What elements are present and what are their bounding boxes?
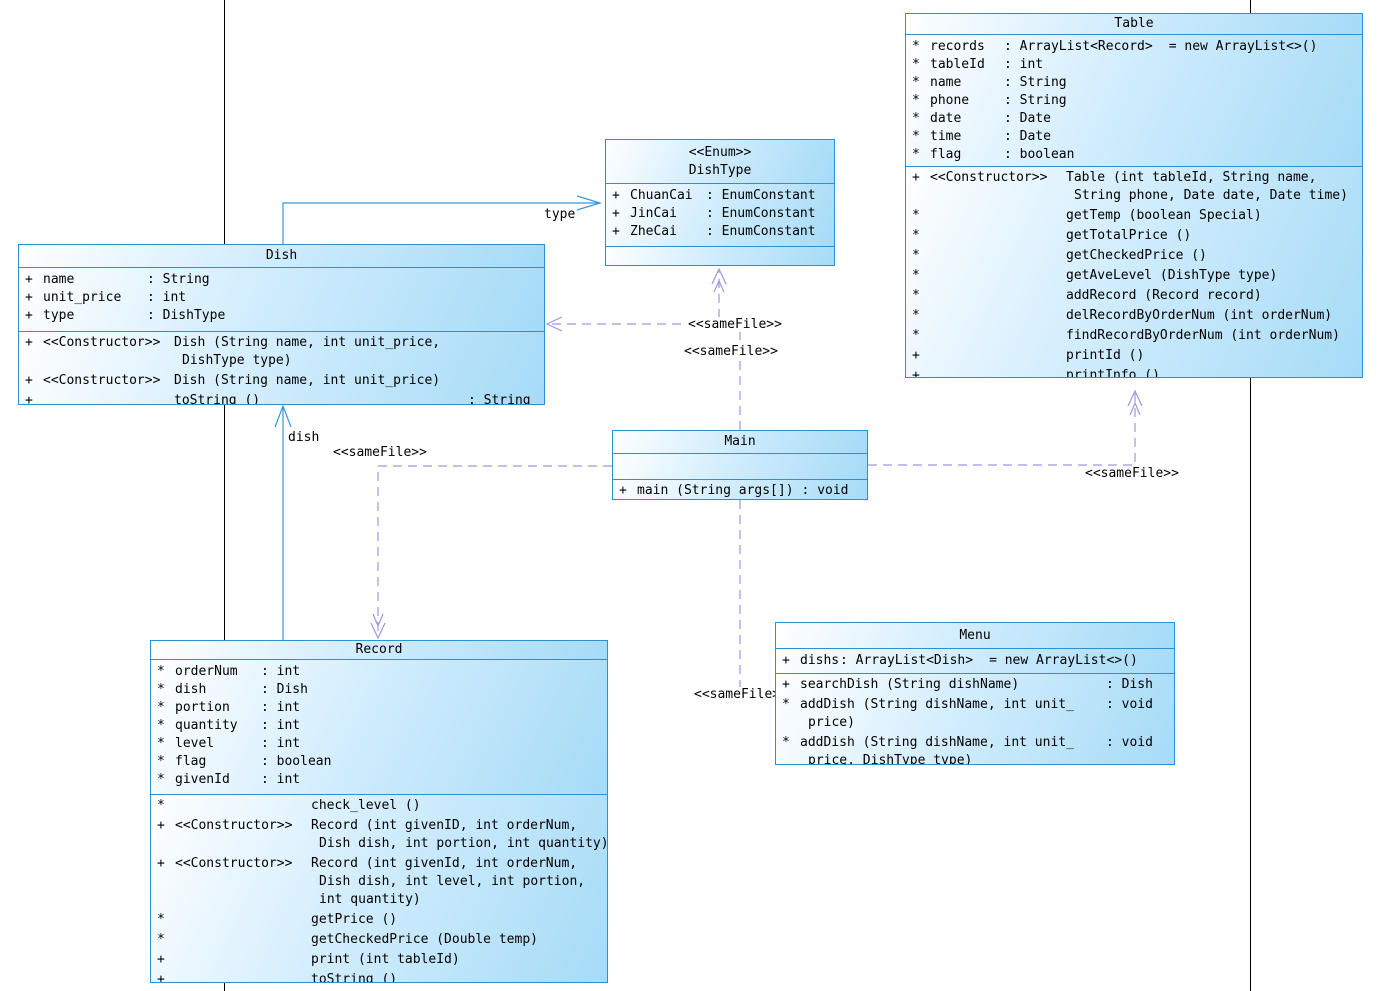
dependency-label-main-table[interactable]: <<sameFile>> bbox=[1084, 466, 1180, 481]
class-dish-attributes: + name: String + unit_price: int + type: Dish… bbox=[19, 267, 544, 331]
method-row: * getAveLevel (DishType type) bbox=[912, 268, 1278, 283]
class-dishtype-methods bbox=[606, 246, 834, 265]
class-title-line: Dish bbox=[265, 248, 298, 263]
class-record-methods: * check_level () + <<Constructor>> Record (i… bbox=[151, 794, 608, 983]
method-row: + <<Constructor>> Table (int tableId, Stri… bbox=[912, 170, 1348, 203]
class-title-line: Main bbox=[724, 434, 756, 449]
method-row: * delRecordByOrderNum (int orderNum) bbox=[912, 308, 1333, 323]
attribute-row: * dish: Dish bbox=[157, 682, 308, 697]
method-row: + <<Constructor>> Dish (String name, int u… bbox=[25, 335, 441, 368]
class-table[interactable]: Table * records: ArrayList<Record> = new A… bbox=[905, 13, 1363, 378]
attribute-row: * quantity: int bbox=[157, 718, 301, 733]
class-dish[interactable]: Dish + name: String + unit_price: int + type:… bbox=[18, 244, 545, 405]
attribute-row: + unit_price: int bbox=[25, 290, 187, 305]
attribute-row: + ZheCai: EnumConstant bbox=[612, 224, 816, 239]
method-row: + main (String args[]): void bbox=[619, 483, 849, 498]
class-menu-attributes: + dishs: ArrayList<Dish> = new ArrayList<>… bbox=[776, 648, 1174, 673]
attribute-row: * tableId: int bbox=[912, 57, 1044, 72]
method-row: + <<Constructor>> Record (int givenID, int… bbox=[157, 818, 608, 851]
attribute-row: * portion: int bbox=[157, 700, 301, 715]
attribute-row: + type: DishType bbox=[25, 308, 226, 323]
class-dishtype[interactable]: <<Enum>> DishType + ChuanCai: EnumConstant… bbox=[605, 139, 835, 266]
method-row: * findRecordByOrderNum (int orderNum) bbox=[912, 328, 1340, 343]
connector-main-to-dish[interactable] bbox=[545, 316, 741, 430]
class-table-methods: + <<Constructor>> Table (int tableId, Stri… bbox=[906, 166, 1362, 378]
method-row: + printInfo () bbox=[912, 368, 1160, 378]
method-row: + printId () bbox=[912, 348, 1145, 363]
dependency-label-main-dish[interactable]: <<sameFile>> bbox=[687, 317, 783, 332]
class-title-line: <<Enum>> bbox=[688, 144, 752, 160]
class-record-title: Record bbox=[151, 641, 607, 659]
method-row: * addDish (String dishName, int unit_ pric… bbox=[782, 697, 1153, 730]
class-title-line: Record bbox=[355, 642, 403, 657]
class-menu[interactable]: Menu + dishs: ArrayList<Dish> = new ArrayL… bbox=[775, 622, 1175, 765]
class-main[interactable]: Main + main (String args[]): void bbox=[612, 430, 868, 500]
method-row: + searchDish (String dishName): Dish bbox=[782, 677, 1153, 692]
attribute-row: + dishs: ArrayList<Dish> = new ArrayList<>… bbox=[782, 653, 1138, 668]
attribute-row: * records: ArrayList<Record> = new ArrayLi… bbox=[912, 39, 1318, 54]
method-row: * addDish (String dishName, int unit_ pric… bbox=[782, 735, 1153, 765]
method-row: + <<Constructor>> Dish (String name, int u… bbox=[25, 373, 441, 388]
class-title-line: Menu bbox=[959, 627, 991, 643]
attribute-row: * phone: String bbox=[912, 93, 1067, 108]
method-row: * getTemp (boolean Special) bbox=[912, 208, 1262, 223]
attribute-row: * level: int bbox=[157, 736, 301, 751]
attribute-row: + ChuanCai: EnumConstant bbox=[612, 188, 816, 203]
class-menu-methods: + searchDish (String dishName): Dish * addD… bbox=[776, 673, 1174, 765]
class-table-title: Table bbox=[906, 14, 1362, 34]
connector-main-to-record[interactable] bbox=[370, 465, 612, 640]
class-main-methods: + main (String args[]): void bbox=[613, 479, 867, 499]
class-dishtype-title: <<Enum>> DishType bbox=[606, 140, 834, 183]
class-main-attributes bbox=[613, 453, 867, 479]
method-row: + <<Constructor>> Record (int givenId, int… bbox=[157, 856, 586, 907]
attribute-row: * orderNum: int bbox=[157, 664, 301, 679]
connector-main-to-dishtype[interactable] bbox=[711, 267, 727, 318]
attribute-row: * flag: boolean bbox=[912, 147, 1075, 162]
dependency-label-main-record[interactable]: <<sameFile>> bbox=[332, 445, 428, 460]
method-row: + toString (): String bbox=[25, 393, 531, 405]
method-row: + toString () bbox=[157, 972, 398, 983]
method-row: * getPrice () bbox=[157, 912, 398, 927]
method-row: * check_level () bbox=[157, 798, 421, 813]
connector-main-to-table[interactable] bbox=[868, 389, 1143, 466]
method-row: * getCheckedPrice () bbox=[912, 248, 1207, 263]
class-record[interactable]: Record * orderNum: int * dish: Dish * portion… bbox=[150, 640, 608, 983]
dependency-label-main-dishtype[interactable]: <<sameFile>> bbox=[683, 344, 779, 359]
class-record-attributes: * orderNum: int * dish: Dish * portion: int * q… bbox=[151, 659, 607, 794]
attribute-row: * givenId: int bbox=[157, 772, 301, 787]
attribute-row: + JinCai: EnumConstant bbox=[612, 206, 816, 221]
association-label-type[interactable]: type bbox=[543, 207, 577, 222]
attribute-row: * flag: boolean bbox=[157, 754, 332, 769]
class-dish-methods: + <<Constructor>> Dish (String name, int u… bbox=[19, 331, 544, 405]
class-title-line: Table bbox=[1114, 16, 1154, 31]
class-dish-title: Dish bbox=[19, 245, 544, 267]
class-table-attributes: * records: ArrayList<Record> = new ArrayLi… bbox=[906, 34, 1362, 166]
class-title-line: DishType bbox=[688, 162, 752, 178]
uml-diagram-canvas: type dish <<sameFile>> <<sameFile>> <<sa… bbox=[0, 0, 1398, 991]
attribute-row: * date: Date bbox=[912, 111, 1051, 126]
attribute-row: * time: Date bbox=[912, 129, 1051, 144]
class-menu-title: Menu bbox=[776, 623, 1174, 648]
attribute-row: * name: String bbox=[912, 75, 1067, 90]
class-dishtype-attributes: + ChuanCai: EnumConstant + JinCai: EnumCons… bbox=[606, 183, 834, 246]
association-label-dish[interactable]: dish bbox=[287, 430, 321, 445]
attribute-row: + name: String bbox=[25, 272, 210, 287]
class-main-title: Main bbox=[613, 431, 867, 453]
method-row: + print (int tableId) bbox=[157, 952, 460, 967]
method-row: * getCheckedPrice (Double temp) bbox=[157, 932, 538, 947]
method-row: * addRecord (Record record) bbox=[912, 288, 1262, 303]
method-row: * getTotalPrice () bbox=[912, 228, 1192, 243]
